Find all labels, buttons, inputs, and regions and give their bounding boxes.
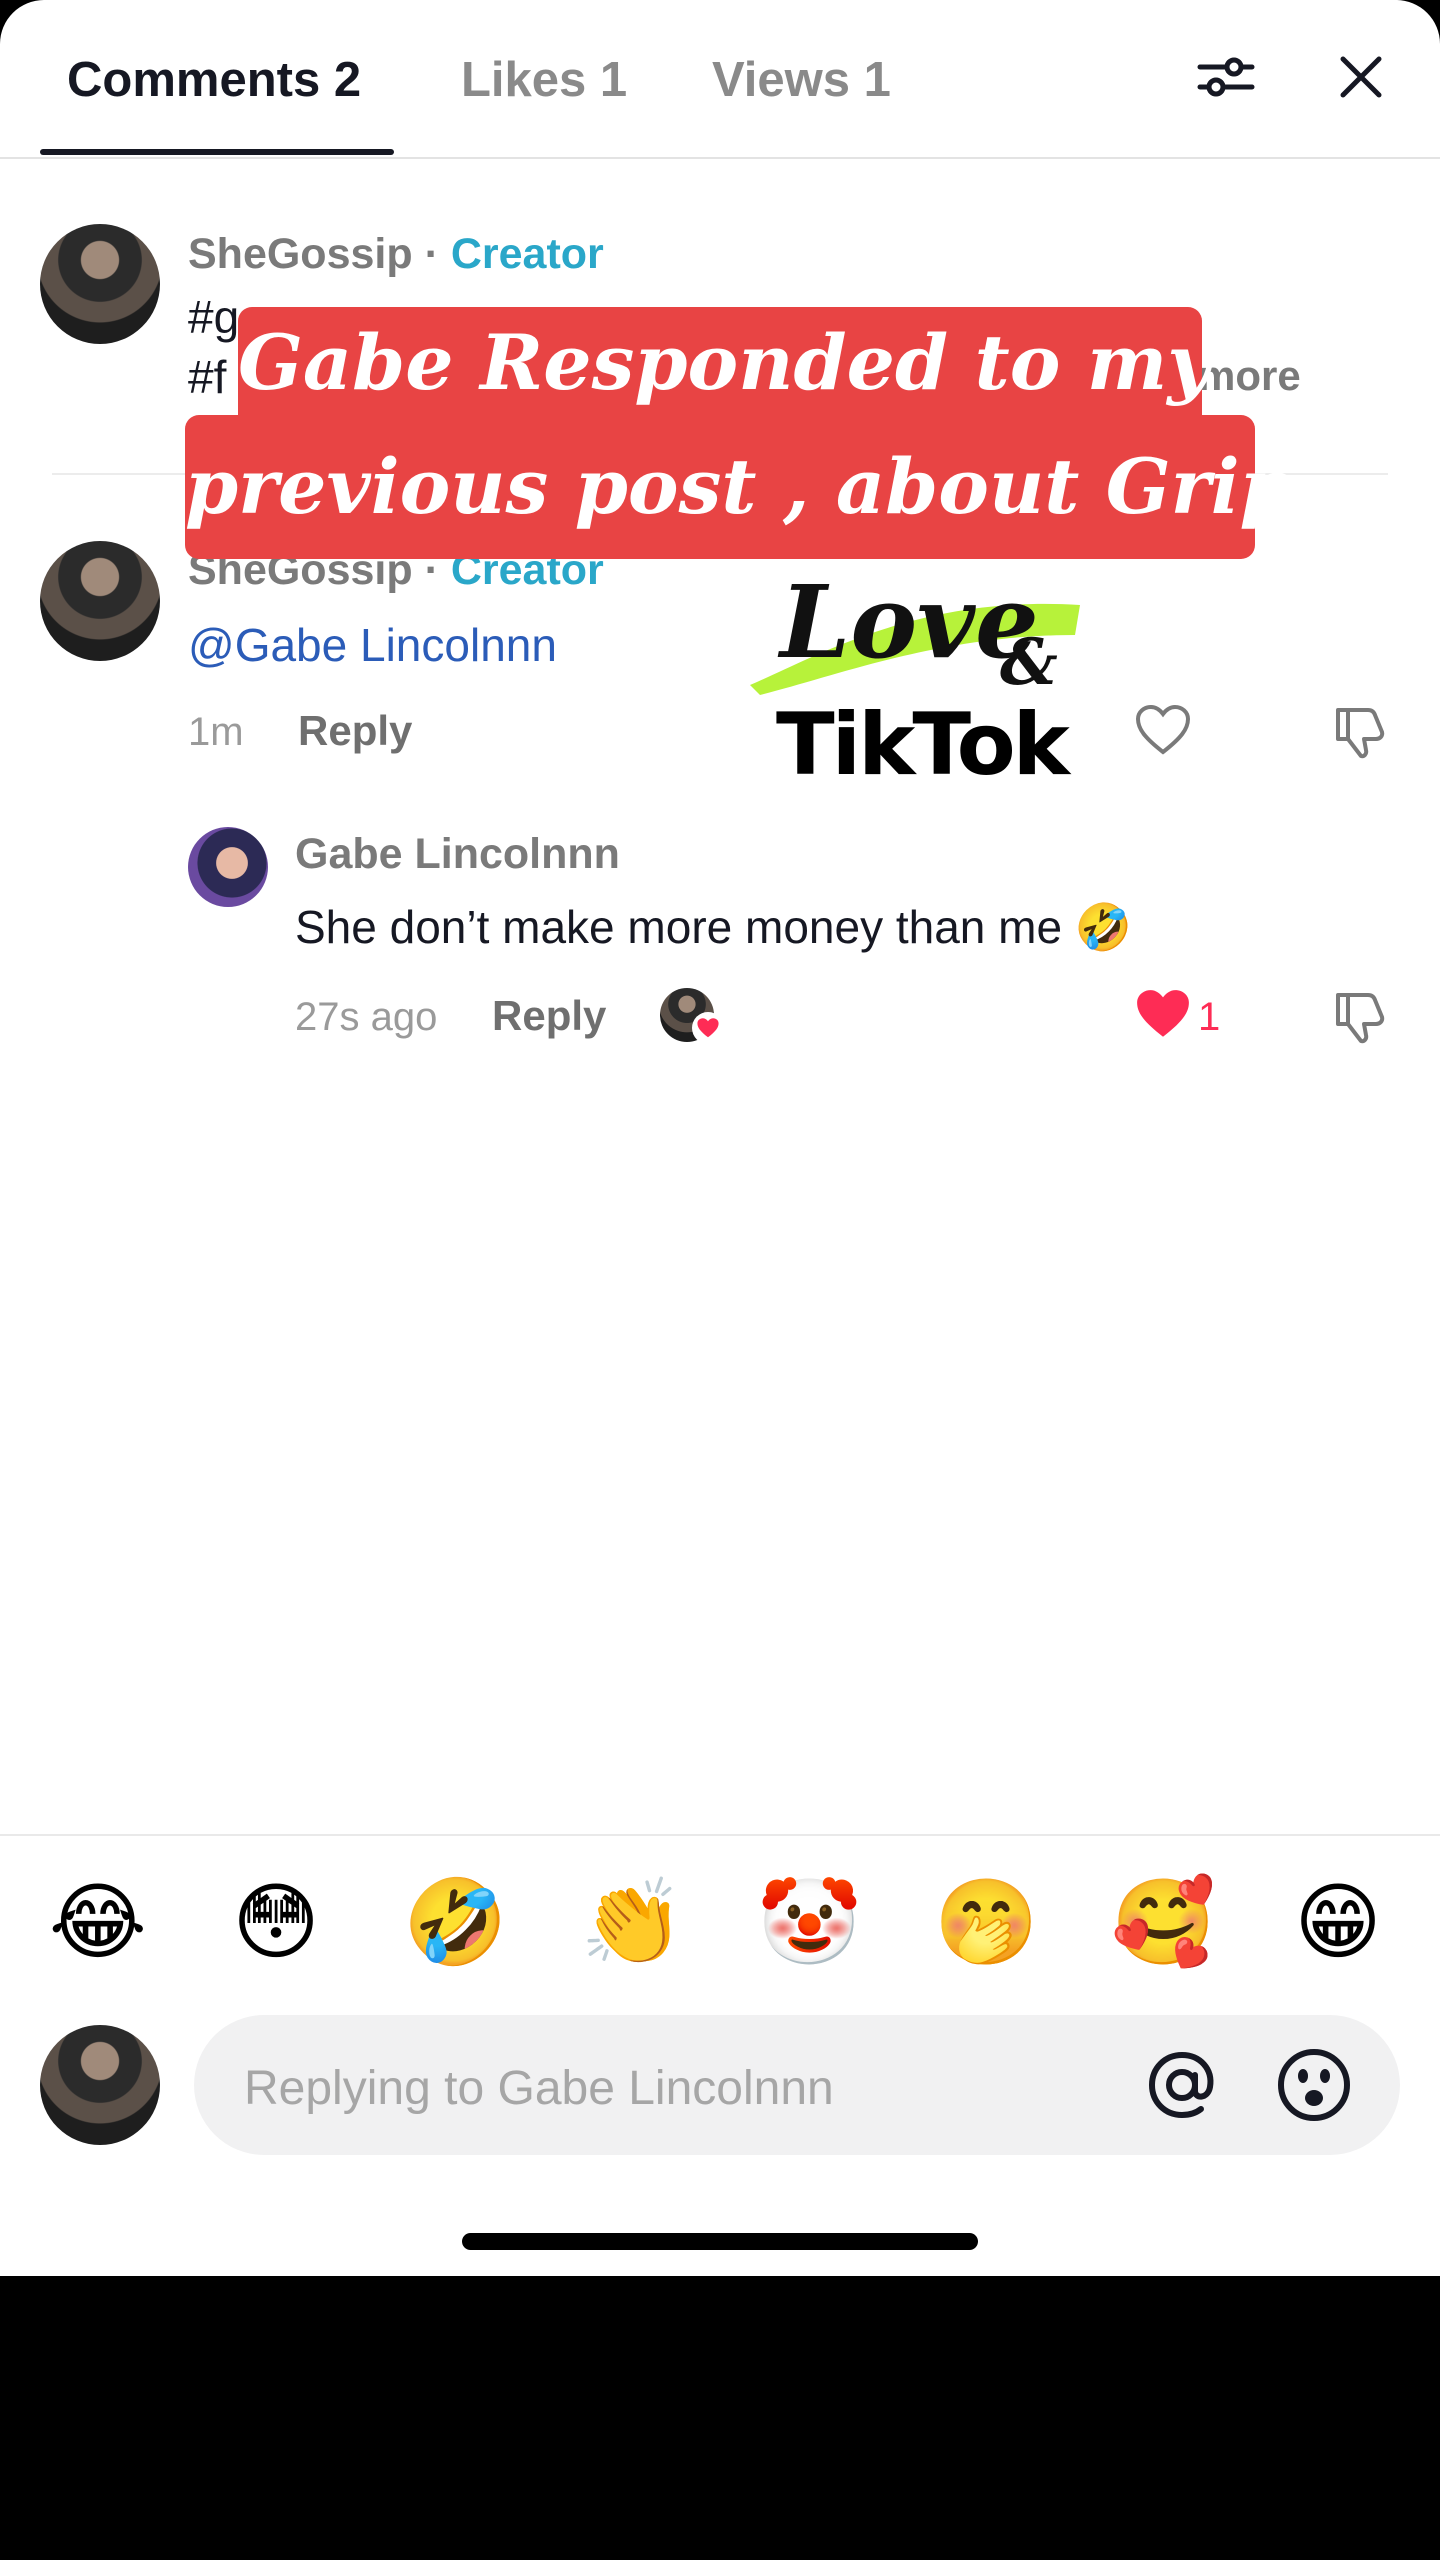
sliders-icon[interactable]	[1190, 46, 1262, 108]
username: SheGossip	[188, 230, 413, 278]
close-icon[interactable]	[1330, 46, 1392, 108]
caption-banner-line1: Gabe Responded to my	[238, 307, 1211, 419]
comment-time: 1m	[188, 710, 244, 754]
comments-sheet: Comments 2 Likes 1 Views 1 SheGossip · C…	[0, 0, 1440, 2276]
tab-likes[interactable]: Likes 1	[461, 52, 627, 108]
comment-text: She don’t make more money than me 🤣	[295, 901, 1133, 953]
love-tiktok-logo: Love & TikTok	[740, 555, 1100, 795]
like-count: 1	[1198, 995, 1221, 1039]
active-tab-indicator	[40, 149, 394, 155]
avatar	[40, 2025, 160, 2145]
emoji-clown[interactable]: 🤡	[757, 1872, 862, 1972]
avatar[interactable]	[40, 224, 160, 344]
mention-link[interactable]: @Gabe Lincolnnn	[188, 618, 557, 672]
reply-input[interactable]: Replying to Gabe Lincolnnn	[194, 2015, 1400, 2155]
dislike-icon[interactable]	[1328, 700, 1394, 762]
heart-filled-icon[interactable]	[1130, 984, 1196, 1044]
at-icon[interactable]	[1144, 2047, 1220, 2123]
divider	[0, 1834, 1440, 1836]
comment-author[interactable]: Gabe Lincolnnn	[295, 830, 620, 879]
reply-button[interactable]: Reply	[492, 992, 606, 1040]
emoji-clapping[interactable]: 👏	[580, 1872, 685, 1972]
comment-text-line: #f	[188, 351, 227, 403]
see-more-link[interactable]: more	[1198, 352, 1301, 400]
avatar[interactable]	[40, 541, 160, 661]
emoji-flushed[interactable]: 😳	[226, 1872, 326, 1972]
reply-input-placeholder: Replying to Gabe Lincolnnn	[244, 2062, 834, 2115]
emoji-hand-over-mouth[interactable]: 🤭	[934, 1872, 1039, 1972]
emoji-smiling-hearts[interactable]: 🥰	[1111, 1872, 1216, 1972]
tab-bar: Comments 2 Likes 1 Views 1	[0, 0, 1440, 159]
emoji-icon[interactable]	[1276, 2047, 1352, 2123]
tab-comments[interactable]: Comments 2	[67, 52, 361, 108]
logo-brand: TikTok	[776, 695, 1070, 795]
emoji-grinning[interactable]: 😁	[1288, 1872, 1388, 1972]
dislike-icon[interactable]	[1328, 985, 1394, 1047]
emoji-tears-of-joy[interactable]: 😂	[48, 1872, 148, 1972]
avatar[interactable]	[188, 827, 268, 907]
comment-author[interactable]: SheGossip · Creator	[188, 230, 604, 279]
logo-ampersand: &	[1000, 625, 1058, 700]
tab-views[interactable]: Views 1	[712, 52, 891, 108]
home-indicator	[462, 2233, 978, 2250]
emoji-rofl[interactable]: 🤣	[403, 1872, 508, 1972]
comment-text-line: #g	[188, 291, 240, 343]
heart-outline-icon[interactable]	[1130, 700, 1196, 760]
separator: ·	[412, 230, 451, 278]
comment-time: 27s ago	[295, 995, 438, 1039]
heart-badge-icon	[692, 1012, 724, 1044]
caption-banner-line2: previous post , about Grip	[185, 415, 1293, 559]
creator-badge: Creator	[450, 230, 604, 278]
reply-button[interactable]: Reply	[298, 707, 412, 755]
